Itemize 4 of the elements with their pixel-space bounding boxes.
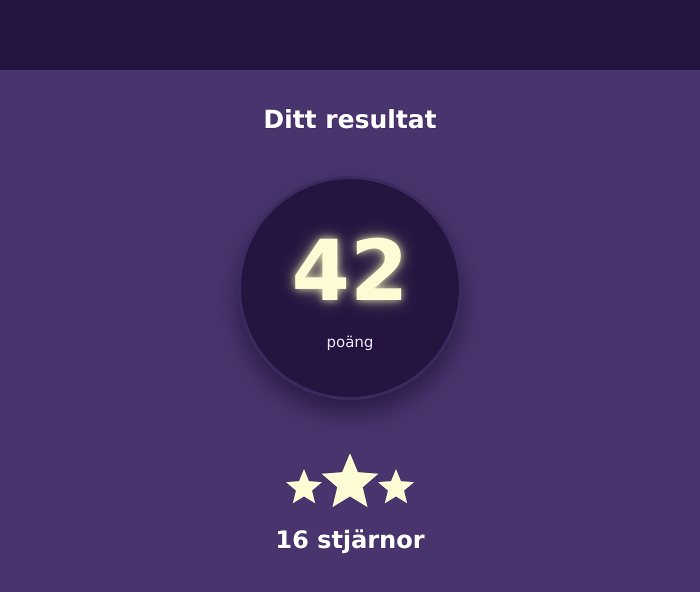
score-value: 42 xyxy=(292,221,408,321)
stars-count: 16 stjärnor xyxy=(275,526,425,554)
result-title: Ditt resultat xyxy=(263,104,437,136)
score-unit: poäng xyxy=(326,333,374,351)
